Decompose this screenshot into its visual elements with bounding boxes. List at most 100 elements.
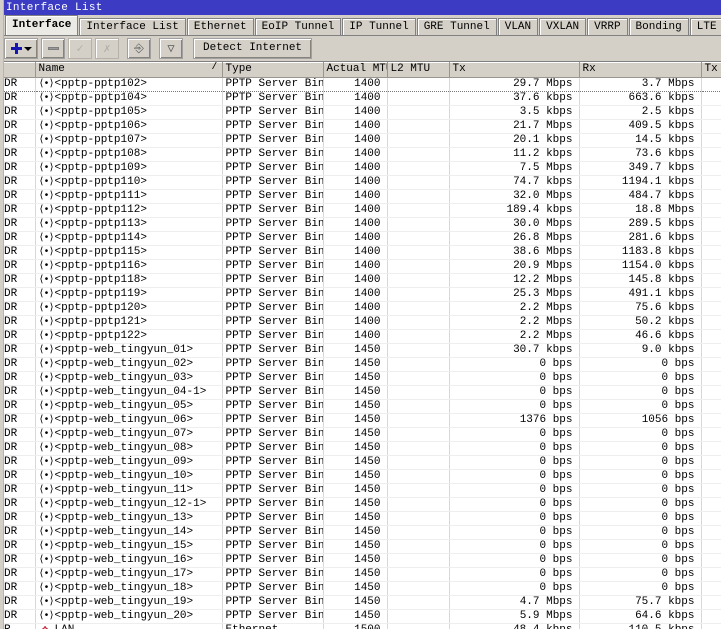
table-row[interactable]: DR ⟨•⟩ <pptp-web_tingyun_19> PPTP Server Bi… xyxy=(1,595,721,610)
table-row[interactable]: DR ⟨•⟩ <pptp-web_tingyun_17> PPTP Server Bi… xyxy=(1,567,721,582)
row-name-cell: ⟨•⟩ <pptp-pptp115> xyxy=(35,245,223,260)
table-row[interactable]: DR⟨•⟩<pptp-pptp106>PPTP Server Binding14… xyxy=(1,119,721,134)
disable-button[interactable]: ✗ xyxy=(95,38,119,59)
row-type: PPTP Server Binding xyxy=(222,147,324,162)
tab-eoip-tunnel[interactable]: EoIP Tunnel xyxy=(254,18,342,35)
tab-vlan[interactable]: VLAN xyxy=(497,18,539,35)
column-header-name[interactable]: Name / xyxy=(35,62,223,78)
table-row[interactable]: DR⟨•⟩<pptp-pptp108>PPTP Server Binding14… xyxy=(1,147,721,162)
row-flags: DR xyxy=(1,385,36,400)
row-rx: 1056 bps xyxy=(579,413,702,428)
column-header-actual_mtu[interactable]: Actual MTU xyxy=(323,62,388,78)
column-header-tx[interactable]: Tx xyxy=(449,62,580,78)
table-row[interactable]: DR ⟨•⟩ <pptp-web_tingyun_20> PPTP Server Bi… xyxy=(1,609,721,624)
row-name-cell: ⟨•⟩ <pptp-web_tingyun_12-1> xyxy=(35,497,223,512)
row-name-cell: ⟨•⟩ <pptp-pptp106> xyxy=(35,119,223,134)
column-header-flags[interactable] xyxy=(1,62,36,78)
table-row[interactable]: DR⟨•⟩<pptp-pptp115>PPTP Server Binding14… xyxy=(1,245,721,260)
column-header-rx[interactable]: Rx xyxy=(579,62,702,78)
table-row[interactable]: DR ⟨•⟩ <pptp-web_tingyun_04-1> PPTP Server … xyxy=(1,385,721,400)
row-l2-mtu xyxy=(387,623,450,629)
name-cell-content: ⟨•⟩ <pptp-web_tingyun_19> xyxy=(39,596,219,609)
row-name-label: <pptp-web_tingyun_11> xyxy=(54,483,194,496)
tab-interface-list[interactable]: Interface List xyxy=(79,18,186,35)
table-row[interactable]: DR⟨•⟩<pptp-pptp119>PPTP Server Binding14… xyxy=(1,287,721,302)
row-name-cell: ⟨•⟩ <pptp-pptp111> xyxy=(35,189,223,204)
table-row[interactable]: DR ⟨•⟩ <pptp-web_tingyun_12-1> PPTP Server … xyxy=(1,497,721,512)
column-header-tx2[interactable]: Tx xyxy=(701,62,721,78)
name-cell-content: ⟨•⟩ <pptp-pptp116> xyxy=(39,260,219,273)
tab-ip-tunnel[interactable]: IP Tunnel xyxy=(342,18,416,35)
row-name-label: <pptp-pptp107> xyxy=(54,133,147,146)
table-row[interactable]: DR ⟨•⟩ <pptp-web_tingyun_09> PPTP Server Bi… xyxy=(1,455,721,470)
table-row[interactable]: DR⟨•⟩<pptp-pptp110>PPTP Server Binding14… xyxy=(1,175,721,190)
table-row[interactable]: DR⟨•⟩<pptp-pptp111>PPTP Server Binding14… xyxy=(1,189,721,204)
row-tx: 12.2 Mbps xyxy=(449,273,580,288)
row-rx: 0 bps xyxy=(579,539,702,554)
tab-vxlan[interactable]: VXLAN xyxy=(539,18,587,35)
table-row[interactable]: DR⟨•⟩<pptp-pptp121>PPTP Server Binding14… xyxy=(1,315,721,330)
row-l2-mtu xyxy=(387,469,450,484)
table-row[interactable]: DR ⟨•⟩ <pptp-web_tingyun_14> PPTP Server Bi… xyxy=(1,525,721,540)
row-tx: 25.3 Mbps xyxy=(449,287,580,302)
table-row[interactable]: DR⟨•⟩<pptp-pptp109>PPTP Server Binding14… xyxy=(1,161,721,176)
table-row[interactable]: DR ⟨•⟩ <pptp-web_tingyun_01> PPTP Server Bi… xyxy=(1,343,721,358)
table-row[interactable]: DR ⟨•⟩ <pptp-web_tingyun_18> PPTP Server Bi… xyxy=(1,581,721,596)
table-row[interactable]: DR ⟨•⟩ <pptp-web_tingyun_15> PPTP Server Bi… xyxy=(1,539,721,554)
table-row[interactable]: DR⟨•⟩<pptp-pptp112>PPTP Server Binding14… xyxy=(1,203,721,218)
table-row[interactable]: DR ⟨•⟩ <pptp-web_tingyun_03> PPTP Server Bi… xyxy=(1,371,721,386)
tab-gre-tunnel[interactable]: GRE Tunnel xyxy=(416,18,497,35)
table-row[interactable]: DR ⟨•⟩ <pptp-web_tingyun_06> PPTP Server Bi… xyxy=(1,413,721,428)
chevron-down-icon[interactable] xyxy=(23,46,32,51)
row-actual-mtu: 1400 xyxy=(323,77,388,92)
dynamic-running-icon: ⟨•⟩ xyxy=(38,288,55,300)
table-row[interactable]: DR ⟨•⟩ <pptp-web_tingyun_05> PPTP Server Bi… xyxy=(1,399,721,414)
name-cell-content: ⟨•⟩ <pptp-pptp115> xyxy=(39,246,219,259)
tab-lte[interactable]: LTE xyxy=(689,18,721,35)
comment-button[interactable]: ⎆ xyxy=(127,38,151,59)
row-actual-mtu: 1400 xyxy=(323,119,388,134)
table-row[interactable]: DR⟨•⟩<pptp-pptp113>PPTP Server Binding14… xyxy=(1,217,721,232)
table-row[interactable]: DR⟨•⟩<pptp-pptp107>PPTP Server Binding14… xyxy=(1,133,721,148)
filter-button[interactable]: ▽ xyxy=(159,38,183,59)
table-row[interactable]: DR⟨•⟩<pptp-pptp116>PPTP Server Binding14… xyxy=(1,259,721,274)
row-tx-overflow xyxy=(701,231,721,246)
table-row[interactable]: DR⟨•⟩<pptp-pptp120>PPTP Server Binding14… xyxy=(1,301,721,316)
remove-button[interactable] xyxy=(41,38,65,59)
table-row[interactable]: DR ⟨•⟩ <pptp-web_tingyun_08> PPTP Server Bi… xyxy=(1,441,721,456)
table-row[interactable]: DR ⟨•⟩ <pptp-web_tingyun_07> PPTP Server Bi… xyxy=(1,427,721,442)
tab-vrrp[interactable]: VRRP xyxy=(587,18,628,35)
add-button[interactable] xyxy=(4,38,38,59)
row-name-label: <pptp-web_tingyun_02> xyxy=(54,357,194,370)
row-actual-mtu: 1450 xyxy=(323,483,388,498)
row-actual-mtu: 1400 xyxy=(323,161,388,176)
row-tx-overflow xyxy=(701,329,721,344)
table-row[interactable]: DR⟨•⟩<pptp-pptp114>PPTP Server Binding14… xyxy=(1,231,721,246)
tab-bonding[interactable]: Bonding xyxy=(628,18,689,35)
table-row[interactable]: R❖LANEthernet150048.4 kbps110.5 kbps xyxy=(1,623,721,629)
row-rx: 0 bps xyxy=(579,441,702,456)
table-row[interactable]: DR ⟨•⟩ <pptp-web_tingyun_16> PPTP Server Bi… xyxy=(1,553,721,568)
name-cell-content: ⟨•⟩ <pptp-pptp107> xyxy=(39,134,219,147)
column-header-type[interactable]: Type xyxy=(222,62,324,78)
table-row[interactable]: DR⟨•⟩<pptp-pptp122>PPTP Server Binding14… xyxy=(1,329,721,344)
row-tx-overflow xyxy=(701,525,721,540)
table-row[interactable]: DR ⟨•⟩ <pptp-web_tingyun_10> PPTP Server Bi… xyxy=(1,469,721,484)
tab-ethernet[interactable]: Ethernet xyxy=(186,18,254,35)
column-header-l2_mtu[interactable]: L2 MTU xyxy=(387,62,450,78)
table-row[interactable]: DR⟨•⟩<pptp-pptp104>PPTP Server Binding14… xyxy=(1,91,721,106)
detect-internet-button[interactable]: Detect Internet xyxy=(193,38,313,59)
row-name-cell: ⟨•⟩ <pptp-pptp110> xyxy=(35,175,223,190)
table-row[interactable]: DR⟨•⟩<pptp-pptp118>PPTP Server Binding14… xyxy=(1,273,721,288)
row-name-cell: ⟨•⟩ <pptp-pptp120> xyxy=(35,301,223,316)
row-tx: 0 bps xyxy=(449,525,580,540)
table-row[interactable]: DR ⟨•⟩ <pptp-web_tingyun_02> PPTP Server Bi… xyxy=(1,357,721,372)
table-row[interactable]: DR ⟨•⟩ <pptp-web_tingyun_13> PPTP Server Bi… xyxy=(1,511,721,526)
row-actual-mtu: 1400 xyxy=(323,301,388,316)
table-row[interactable]: DR ⟨•⟩ <pptp-web_tingyun_11> PPTP Server Bi… xyxy=(1,483,721,498)
table-row[interactable]: DR⟨•⟩<pptp-pptp105>PPTP Server Binding14… xyxy=(1,105,721,120)
table-row[interactable]: DR⟨•⟩<pptp-pptp102>PPTP Server Binding14… xyxy=(1,77,721,92)
tab-interface[interactable]: Interface xyxy=(5,15,79,35)
row-flags: DR xyxy=(1,119,36,134)
enable-button[interactable]: ✓ xyxy=(68,38,92,59)
